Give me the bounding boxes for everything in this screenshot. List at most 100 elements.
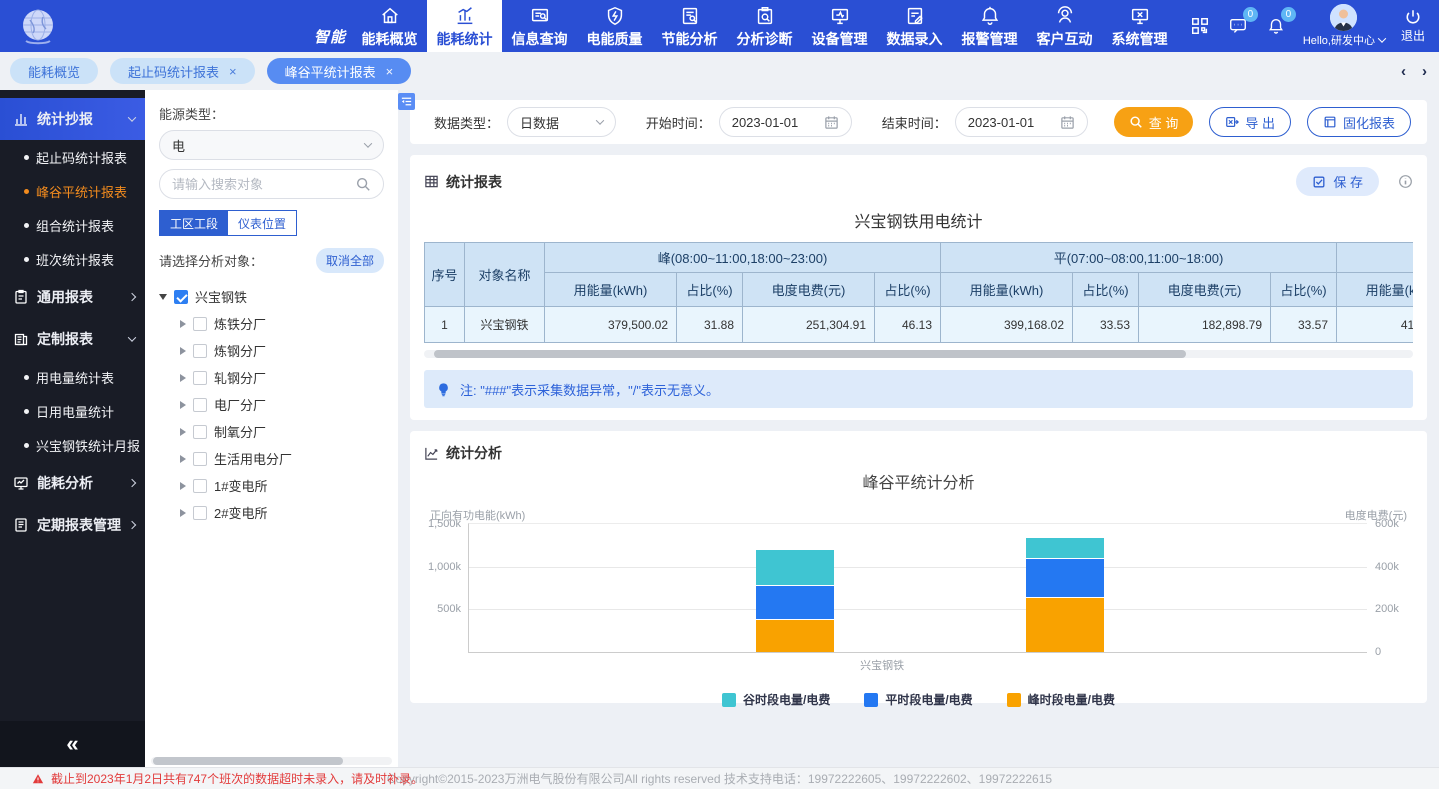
end-date-input[interactable]: [968, 115, 1052, 130]
search-input[interactable]: [172, 177, 355, 192]
close-icon[interactable]: ×: [386, 65, 394, 78]
col-subheader: 占比(%): [1271, 273, 1337, 307]
data-type-label: 数据类型：: [434, 113, 499, 132]
sidebar-item-start-stop-code-report[interactable]: 起止码统计报表: [0, 140, 145, 174]
energy-type-select[interactable]: 电: [159, 130, 384, 160]
caret-right-icon[interactable]: [180, 374, 186, 382]
nav-item-energy-overview[interactable]: 能耗概览: [352, 0, 427, 52]
info-icon[interactable]: [1398, 174, 1413, 189]
caret-down-icon[interactable]: [159, 294, 167, 300]
tab-energy-overview[interactable]: 能耗概览: [10, 58, 98, 84]
scrollbar-thumb[interactable]: [434, 350, 1186, 358]
nav-item-customer-interaction[interactable]: 客户互动: [1027, 0, 1102, 52]
sidebar-section-label: 统计抄报: [37, 109, 93, 129]
legend-label: 谷时段电量/电费: [743, 691, 830, 708]
caret-right-icon[interactable]: [180, 428, 186, 436]
nav-item-info-query[interactable]: 信息查询: [502, 0, 577, 52]
start-date-picker[interactable]: [719, 107, 852, 137]
checkbox[interactable]: [193, 371, 207, 385]
caret-right-icon[interactable]: [180, 509, 186, 517]
stacked-bar-energy[interactable]: [756, 524, 834, 652]
tree-node-label: 1#变电所: [214, 476, 267, 495]
cancel-all-button[interactable]: 取消全部: [316, 248, 384, 273]
solidify-report-button[interactable]: 固化报表: [1307, 107, 1411, 137]
sidebar-item-electricity-report[interactable]: 用电量统计表: [0, 360, 145, 394]
tab-meter-location[interactable]: 仪表位置: [228, 211, 296, 235]
nav-item-system-management[interactable]: 系统管理: [1102, 0, 1177, 52]
tab-next-arrow-icon[interactable]: ›: [1422, 63, 1427, 80]
analysis-section: 统计分析 峰谷平统计分析 正向有功电能(kWh) 电度电费(元) 1,500k …: [410, 431, 1427, 703]
caret-right-icon[interactable]: [180, 347, 186, 355]
close-icon[interactable]: ×: [229, 65, 237, 78]
checkbox[interactable]: [193, 479, 207, 493]
caret-right-icon[interactable]: [180, 320, 186, 328]
search-icon[interactable]: [355, 176, 371, 192]
start-date-input[interactable]: [732, 115, 816, 130]
checkbox-checked[interactable]: [174, 290, 188, 304]
caret-right-icon[interactable]: [180, 482, 186, 490]
col-subheader: 用能量(kWh): [1337, 273, 1414, 307]
tree-node-rolling[interactable]: 轧钢分厂: [159, 364, 384, 391]
scrollbar-thumb[interactable]: [153, 757, 343, 765]
legend-item-flat[interactable]: 平时段电量/电费: [864, 691, 972, 708]
checkbox[interactable]: [193, 506, 207, 520]
notification-bell-icon[interactable]: 0: [1265, 15, 1287, 37]
panel-toggle-icon[interactable]: [398, 93, 415, 110]
qr-code-icon[interactable]: [1189, 15, 1211, 37]
sidebar-item-peak-valley-report[interactable]: 峰谷平统计报表: [0, 174, 145, 208]
message-icon[interactable]: 0: [1227, 15, 1249, 37]
nav-item-energy-saving-analysis[interactable]: 节能分析: [652, 0, 727, 52]
tree-node-domestic[interactable]: 生活用电分厂: [159, 445, 384, 472]
stacked-bar-cost[interactable]: [1026, 524, 1104, 652]
tab-work-section[interactable]: 工区工段: [160, 211, 228, 235]
caret-right-icon[interactable]: [180, 455, 186, 463]
end-date-picker[interactable]: [955, 107, 1088, 137]
checkbox[interactable]: [193, 398, 207, 412]
tree-node-steelmaking[interactable]: 炼钢分厂: [159, 337, 384, 364]
sidebar-section-periodic-report[interactable]: 定期报表管理: [0, 504, 145, 546]
nav-item-power-quality[interactable]: 电能质量: [577, 0, 652, 52]
checkbox[interactable]: [193, 344, 207, 358]
data-type-select[interactable]: 日数据: [507, 107, 616, 137]
sidebar-item-combined-report[interactable]: 组合统计报表: [0, 208, 145, 242]
tree-node-ironmaking[interactable]: 炼铁分厂: [159, 310, 384, 337]
chart-title: 峰谷平统计分析: [424, 469, 1413, 493]
right-axis-tick: 0: [1375, 646, 1381, 658]
tab-start-stop-code-report[interactable]: 起止码统计报表 ×: [110, 58, 255, 84]
sidebar-item-xingbao-monthly[interactable]: 兴宝钢铁统计月报: [0, 428, 145, 462]
sidebar-section-energy-analysis[interactable]: 能耗分析: [0, 462, 145, 504]
tab-prev-arrow-icon[interactable]: ‹: [1401, 63, 1406, 80]
logout-button[interactable]: 退出: [1401, 8, 1425, 44]
caret-right-icon[interactable]: [180, 401, 186, 409]
sidebar-item-daily-electricity[interactable]: 日用电量统计: [0, 394, 145, 428]
export-button[interactable]: 导 出: [1209, 107, 1291, 137]
nav-item-data-entry[interactable]: 数据录入: [877, 0, 952, 52]
sidebar-collapse-button[interactable]: «: [0, 721, 145, 767]
sidebar-section-statistics-report[interactable]: 统计抄报: [0, 98, 145, 140]
sidebar-section-general-report[interactable]: 通用报表: [0, 276, 145, 318]
nav-item-energy-statistics[interactable]: 能耗统计: [427, 0, 502, 52]
nav-item-alarm-management[interactable]: 报警管理: [952, 0, 1027, 52]
monitor-icon: [828, 4, 852, 28]
checkbox[interactable]: [193, 452, 207, 466]
headset-person-icon: [1053, 4, 1077, 28]
user-menu[interactable]: Hello,研发中心: [1303, 4, 1385, 48]
tree-node-oxygen[interactable]: 制氧分厂: [159, 418, 384, 445]
sidebar-item-label: 兴宝钢铁统计月报: [36, 436, 140, 455]
sidebar-section-custom-report[interactable]: 定制报表: [0, 318, 145, 360]
tree-node-power-plant[interactable]: 电厂分厂: [159, 391, 384, 418]
save-button[interactable]: 保 存: [1296, 167, 1379, 196]
tree-node-label: 2#变电所: [214, 503, 267, 522]
nav-item-analysis-diagnosis[interactable]: 分析诊断: [727, 0, 802, 52]
tree-root-xingbao[interactable]: 兴宝钢铁: [159, 283, 384, 310]
query-button[interactable]: 查 询: [1114, 107, 1194, 137]
tree-node-substation-1[interactable]: 1#变电所: [159, 472, 384, 499]
legend-item-peak[interactable]: 峰时段电量/电费: [1007, 691, 1115, 708]
legend-item-valley[interactable]: 谷时段电量/电费: [722, 691, 830, 708]
tree-node-substation-2[interactable]: 2#变电所: [159, 499, 384, 526]
checkbox[interactable]: [193, 425, 207, 439]
checkbox[interactable]: [193, 317, 207, 331]
nav-item-device-management[interactable]: 设备管理: [802, 0, 877, 52]
sidebar-item-shift-report[interactable]: 班次统计报表: [0, 242, 145, 276]
tab-peak-valley-report[interactable]: 峰谷平统计报表 ×: [267, 58, 412, 84]
